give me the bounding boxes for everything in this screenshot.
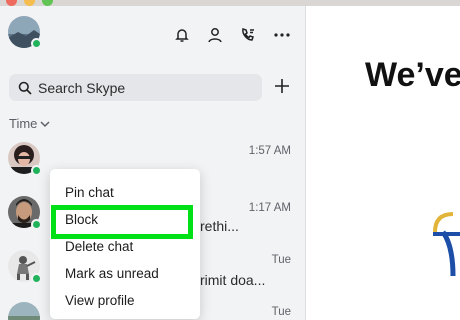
contact-avatar xyxy=(8,302,40,320)
menu-item-mark-as-unread[interactable]: Mark as unread xyxy=(65,266,159,281)
phone-icon[interactable] xyxy=(239,26,257,44)
more-icon[interactable] xyxy=(273,26,291,44)
sort-dropdown[interactable]: Time xyxy=(9,116,50,131)
message-time: 1:17 AM xyxy=(248,202,291,214)
message-time: Tue xyxy=(271,254,291,266)
presence-indicator xyxy=(31,273,42,284)
menu-item-pin-chat[interactable]: Pin chat xyxy=(65,185,114,200)
highlight-box xyxy=(51,205,193,239)
menu-item-delete-chat[interactable]: Delete chat xyxy=(65,239,133,254)
presence-indicator xyxy=(31,38,42,49)
message-snippet: rethi... xyxy=(200,218,239,234)
message-time: 1:57 AM xyxy=(248,145,291,157)
sort-label: Time xyxy=(9,116,38,131)
search-icon xyxy=(18,81,32,95)
menu-item-view-profile[interactable]: View profile xyxy=(65,293,135,308)
message-time: Tue xyxy=(271,306,291,318)
bell-icon[interactable] xyxy=(173,26,191,44)
presence-indicator xyxy=(31,219,42,230)
chevron-down-icon xyxy=(40,121,50,128)
sidebar: Search Skype Time 1:57 AM 1:17 AM rethi.… xyxy=(0,6,306,320)
search-placeholder: Search Skype xyxy=(38,80,126,96)
illustration xyxy=(433,212,460,277)
person-icon[interactable] xyxy=(206,26,224,44)
plus-icon[interactable] xyxy=(272,76,292,96)
search-input[interactable]: Search Skype xyxy=(9,74,262,101)
context-menu: Pin chat Block Delete chat Mark as unrea… xyxy=(50,169,200,319)
message-snippet: rimit doa... xyxy=(200,272,266,288)
main-pane: We’ve xyxy=(307,6,460,320)
welcome-headline: We’ve xyxy=(365,56,460,94)
presence-indicator xyxy=(31,165,42,176)
